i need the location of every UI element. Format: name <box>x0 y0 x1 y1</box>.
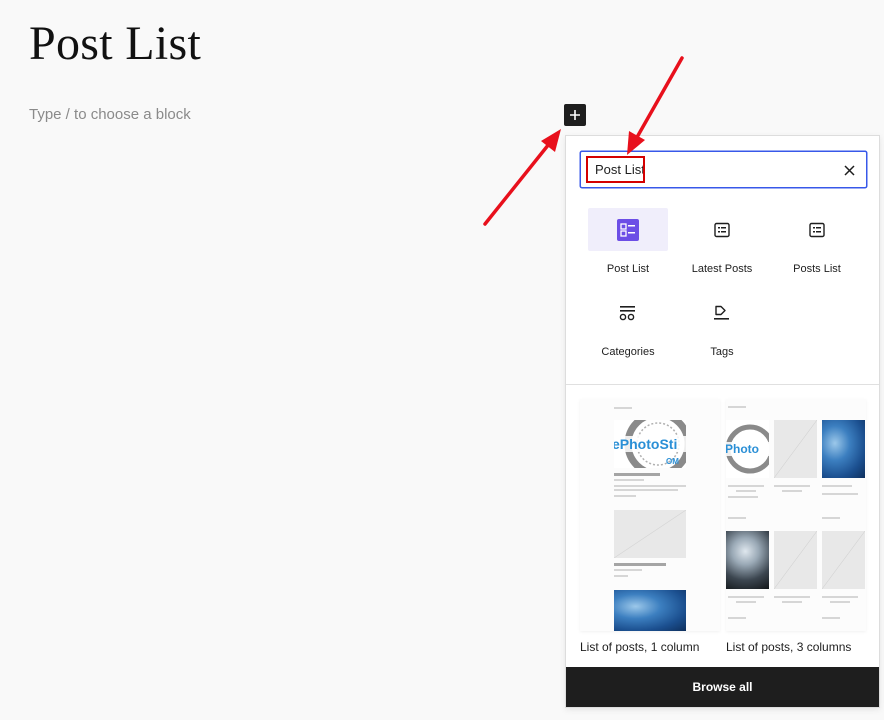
block-item-tags[interactable]: Tags <box>675 291 769 363</box>
block-label: Tags <box>710 346 734 358</box>
block-item-categories[interactable]: Categories <box>581 291 675 363</box>
ocean-wave-image <box>614 590 686 631</box>
posts-list-icon <box>809 222 825 237</box>
svg-text:ePhotoSti: ePhotoSti <box>614 436 677 452</box>
placeholder-image <box>774 531 817 589</box>
ocean-wave-image <box>822 420 865 478</box>
page-title[interactable]: Post List <box>29 16 201 71</box>
block-inserter-toggle-button[interactable] <box>564 104 586 126</box>
svg-text:Photo: Photo <box>726 442 759 456</box>
annotation-arrow-to-plus <box>483 129 561 226</box>
pattern-list-of-posts-3-columns[interactable]: Photo List of posts, 3 columns <box>726 399 866 654</box>
categories-icon <box>619 305 635 320</box>
block-placeholder[interactable]: Type / to choose a block <box>29 106 191 123</box>
tags-icon <box>714 305 729 320</box>
pattern-preview[interactable]: Photo <box>726 399 866 631</box>
block-item-posts-list[interactable]: Posts List <box>770 208 864 280</box>
placeholder-image <box>774 420 817 478</box>
svg-text:OM: OM <box>666 457 679 466</box>
close-icon <box>843 164 855 176</box>
post-list-icon <box>617 218 639 241</box>
block-search-input[interactable] <box>585 156 825 183</box>
block-inserter-popover: Post List Latest Posts <box>565 135 880 708</box>
clear-search-button[interactable] <box>840 161 858 179</box>
latest-posts-icon <box>714 222 730 237</box>
phone-photo-image <box>726 531 769 589</box>
photo-stick-logo-image: ePhotoSti OM <box>614 420 686 468</box>
section-divider <box>566 384 879 385</box>
block-item-post-list[interactable]: Post List <box>581 208 675 280</box>
block-label: Categories <box>601 346 655 358</box>
placeholder-image <box>614 510 686 558</box>
photo-stick-logo-image: Photo <box>726 420 769 478</box>
placeholder-image <box>822 531 865 589</box>
block-label: Latest Posts <box>691 263 753 275</box>
pattern-preview[interactable]: ePhotoSti OM <box>580 399 720 631</box>
plus-icon <box>570 110 580 120</box>
block-label: Posts List <box>793 263 841 275</box>
pattern-list-of-posts-1-column[interactable]: ePhotoSti OM List of posts, 1 column <box>580 399 720 654</box>
block-label: Post List <box>606 263 650 275</box>
pattern-label: List of posts, 1 column <box>580 640 700 654</box>
block-search-field[interactable] <box>580 151 867 188</box>
pattern-label: List of posts, 3 columns <box>726 640 852 654</box>
browse-all-button[interactable]: Browse all <box>566 667 879 707</box>
block-item-latest-posts[interactable]: Latest Posts <box>675 208 769 280</box>
